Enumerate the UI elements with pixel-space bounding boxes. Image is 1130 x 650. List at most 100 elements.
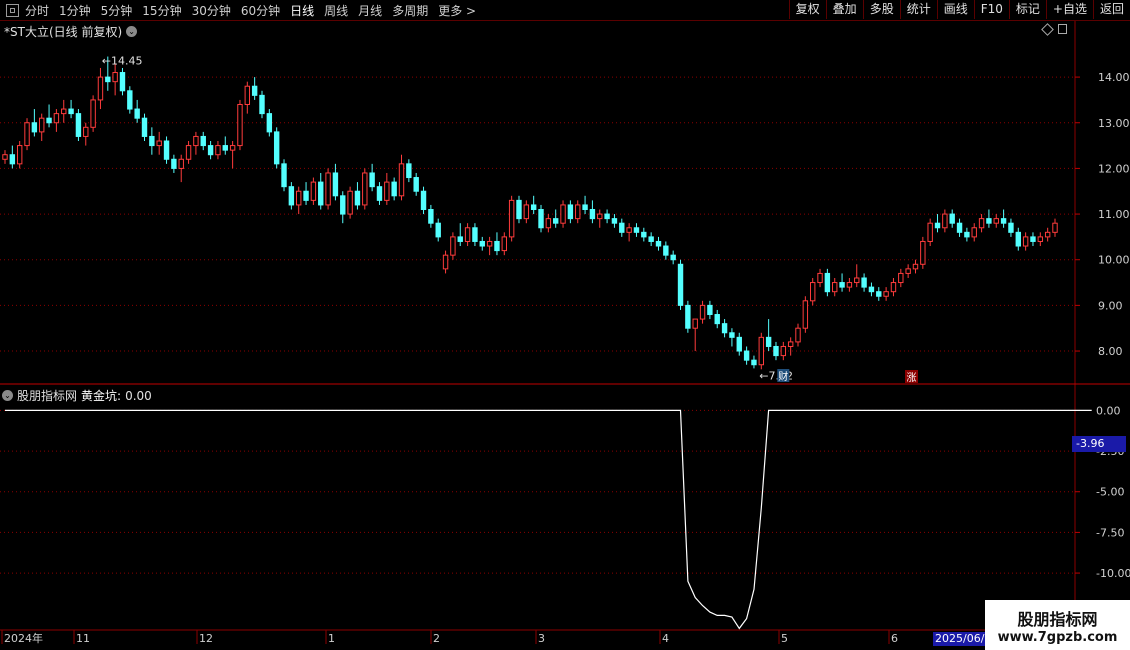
candle-body	[2, 154, 8, 160]
candle-body	[729, 332, 735, 338]
candle-body	[273, 131, 280, 165]
candle-body	[876, 291, 882, 297]
diamond-icon[interactable]	[1041, 22, 1054, 36]
candle-body	[964, 231, 970, 238]
candle-body	[1008, 222, 1014, 233]
candle-body	[795, 327, 801, 343]
candle-body	[619, 222, 625, 233]
period-tab[interactable]: 更多 >	[438, 2, 476, 19]
candle-body	[215, 145, 221, 156]
badge-cai-bg	[777, 369, 790, 382]
candle-body	[743, 350, 750, 361]
candle-body	[920, 240, 926, 265]
candle-body	[237, 103, 243, 147]
toolbar-button[interactable]: 统计	[899, 0, 937, 19]
toolbar-button[interactable]: 多股	[862, 0, 900, 19]
candle-body	[721, 323, 728, 334]
candle-body	[171, 158, 177, 169]
candle-body	[809, 282, 816, 302]
candle-body	[207, 145, 214, 156]
toolbar-button[interactable]: 复权	[788, 0, 826, 19]
candle-body	[589, 209, 596, 220]
x-tick-label: 4	[662, 632, 669, 645]
badge-zhang-bg	[905, 370, 918, 383]
candle-body	[384, 181, 390, 201]
candle-body	[251, 85, 258, 96]
pane-controls	[1041, 22, 1067, 36]
candle-body	[325, 172, 331, 206]
candle-body	[530, 204, 537, 210]
candle-body	[839, 282, 845, 288]
candle-body	[978, 218, 985, 229]
candle-body	[332, 172, 339, 197]
candle-body	[956, 222, 963, 233]
period-tab[interactable]: 月线	[358, 2, 382, 19]
main-chart-title: *ST大立(日线 前复权) ⌄	[4, 23, 138, 40]
kline-chart: 14.0013.0012.0011.0010.009.008.000.00-2.…	[0, 21, 1130, 645]
period-tab[interactable]: 5分钟	[101, 2, 133, 19]
toolbar-button[interactable]: 叠加	[825, 0, 863, 19]
x-tick-label: 5	[781, 632, 788, 645]
y-tick-label: 14.00	[1098, 71, 1130, 84]
low-price-label: ←7.62	[759, 369, 793, 382]
candle-body	[303, 190, 309, 201]
candle-body	[523, 204, 530, 220]
candle-body	[677, 263, 684, 306]
candle-body	[538, 209, 544, 229]
window-icon[interactable]	[6, 3, 19, 17]
candle-body	[457, 236, 463, 242]
candle-body	[105, 76, 111, 83]
candle-body	[773, 345, 779, 357]
candle-body	[61, 108, 67, 115]
period-tab[interactable]: 30分钟	[192, 2, 231, 19]
candle-body	[707, 304, 713, 316]
period-tab[interactable]: 周线	[324, 2, 348, 19]
candle-body	[854, 277, 860, 284]
candle-body	[692, 318, 698, 329]
candle-body	[391, 181, 397, 197]
period-tab[interactable]: 60分钟	[241, 2, 280, 19]
candle-body	[347, 190, 353, 215]
watermark-url: www.7gpzb.com	[997, 629, 1118, 645]
candle-body	[472, 227, 478, 242]
period-tab[interactable]: 1分钟	[59, 2, 91, 19]
period-tab[interactable]: 分时	[25, 2, 49, 19]
candle-body	[883, 291, 889, 297]
toolbar-button[interactable]: 标记	[1008, 0, 1046, 19]
toolbar: 分时 1分钟 5分钟 15分钟 30分钟 60分钟 日线 周线 月线 多周期 更多 > 复权 叠加 多股…	[0, 0, 1130, 21]
candle-body	[1044, 231, 1051, 238]
candle-body	[296, 190, 302, 206]
candle-body	[898, 272, 904, 284]
badge-zhang: 涨	[907, 372, 917, 384]
period-tab[interactable]: 多周期	[392, 2, 428, 19]
y-tick-label: 9.00	[1098, 299, 1123, 312]
toolbar-button[interactable]: F10	[973, 0, 1009, 19]
candle-body	[927, 222, 933, 242]
chevron-down-icon[interactable]: ⌄	[2, 390, 13, 401]
candle-body	[575, 204, 581, 220]
candle-body	[288, 186, 295, 206]
y-tick-label: 8.00	[1098, 345, 1123, 358]
candle-body	[90, 99, 96, 128]
period-tab[interactable]: 15分钟	[142, 2, 181, 19]
candle-body	[626, 227, 632, 233]
toolbar-button[interactable]: +自选	[1045, 0, 1093, 19]
y-tick-label: 12.00	[1098, 162, 1130, 175]
x-tick-label: 2	[433, 632, 440, 645]
candle-body	[861, 277, 867, 288]
candle-body	[141, 117, 148, 137]
candle-body	[185, 145, 192, 160]
panel-toggle-icon[interactable]	[1058, 24, 1067, 34]
candle-body	[552, 218, 559, 224]
chevron-down-icon[interactable]: ⌄	[126, 26, 138, 37]
candle-body	[428, 209, 434, 224]
candle-body	[1000, 218, 1007, 224]
toolbar-button[interactable]: 画线	[936, 0, 974, 19]
period-tab[interactable]: 日线	[290, 2, 314, 19]
candle-body	[611, 218, 618, 224]
candle-body	[486, 240, 493, 247]
candle-body	[1022, 236, 1029, 247]
candle-body	[633, 227, 640, 233]
toolbar-button[interactable]: 返回	[1092, 0, 1130, 19]
candle-body	[597, 213, 603, 220]
